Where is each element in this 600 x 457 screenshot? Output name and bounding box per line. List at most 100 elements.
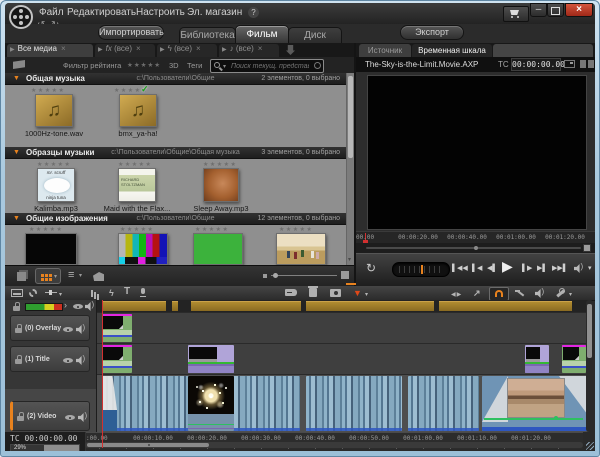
track-video-lane[interactable] bbox=[96, 375, 589, 432]
grid-view-button[interactable]: ▾ bbox=[35, 268, 61, 284]
title-tool-icon[interactable]: T bbox=[124, 287, 130, 297]
step-back-button[interactable]: ◀▌ bbox=[487, 264, 497, 272]
preview-scrubber[interactable] bbox=[356, 243, 595, 253]
minimize-button[interactable]: – bbox=[530, 3, 547, 17]
pin-icon[interactable] bbox=[286, 45, 295, 55]
timeline-h-scrollbar[interactable] bbox=[85, 442, 583, 448]
clip-title-purple[interactable] bbox=[188, 345, 234, 373]
video-preview-screen[interactable] bbox=[367, 75, 587, 230]
item-rating-stars[interactable]: ★★★★★ bbox=[120, 226, 154, 233]
resize-grip[interactable] bbox=[586, 442, 594, 450]
navigator-clip[interactable] bbox=[172, 301, 178, 311]
track-header-overlay[interactable]: (0) Overlay bbox=[10, 315, 90, 341]
loop-playback-icon[interactable]: ↻ bbox=[366, 261, 376, 275]
media-item-green-image[interactable] bbox=[193, 233, 243, 265]
cart-icon[interactable] bbox=[503, 6, 529, 22]
go-to-start-button[interactable]: ▌◀◀ bbox=[452, 264, 468, 272]
track-header-title[interactable]: (1) Title bbox=[10, 346, 90, 372]
scrubber-dot[interactable] bbox=[474, 246, 478, 250]
display-settings-icon[interactable] bbox=[11, 289, 23, 297]
collection-tab-fx[interactable]: ▶fx (все)× bbox=[95, 44, 155, 57]
volume-caret-icon[interactable]: ▾ bbox=[588, 264, 592, 272]
collection-tab-all-media[interactable]: ▶Все медиа× bbox=[7, 44, 93, 57]
timeline-navigator-strip[interactable] bbox=[96, 300, 589, 312]
expand-arrow-icon[interactable]: › bbox=[64, 300, 67, 310]
clip-video-blue[interactable] bbox=[306, 376, 402, 431]
close-button[interactable]: × bbox=[565, 3, 593, 17]
media-item-color-bars[interactable] bbox=[118, 233, 168, 265]
item-rating-stars[interactable]: ★★★★★ bbox=[31, 87, 65, 94]
filter-3d-label[interactable]: 3D bbox=[169, 61, 179, 70]
search-clear-icon[interactable] bbox=[314, 62, 321, 69]
tab-arrow-icon[interactable]: ▶ bbox=[10, 47, 15, 53]
import-button[interactable]: Импортировать bbox=[98, 25, 164, 40]
tab-close-icon[interactable]: × bbox=[136, 44, 141, 53]
clip-title-green[interactable] bbox=[562, 345, 586, 373]
timeline-timecode[interactable]: 00:00:00.00 bbox=[24, 434, 77, 443]
rating-filter-label[interactable]: Фильтр рейтинга bbox=[63, 61, 121, 70]
fade-curve-icon[interactable] bbox=[515, 290, 526, 298]
item-rating-stars[interactable]: ★★★★★ bbox=[37, 161, 71, 168]
tab-source[interactable]: Источник bbox=[359, 44, 411, 57]
tab-arrow-icon[interactable]: ▶ bbox=[222, 47, 227, 53]
visibility-eye-icon[interactable] bbox=[63, 325, 73, 333]
media-item-maid-with-flax[interactable]: RICHARD STOLTZMAN bbox=[118, 168, 156, 202]
menu-setup[interactable]: Настроить bbox=[136, 7, 185, 18]
clip-title-green[interactable] bbox=[102, 345, 132, 373]
previous-clip-button[interactable]: ▌◀ bbox=[472, 264, 482, 272]
lock-icon[interactable] bbox=[13, 302, 20, 311]
maximize-button[interactable] bbox=[547, 3, 564, 17]
tab-close-icon[interactable]: × bbox=[196, 44, 201, 53]
media-item-kalimba[interactable]: mr. scruff ninja tuna bbox=[37, 168, 75, 202]
track-header-video-selected[interactable]: (2) Video bbox=[10, 401, 90, 431]
keyframe-arrow-icon[interactable]: ↗ bbox=[473, 288, 481, 298]
navigator-clip[interactable] bbox=[306, 301, 434, 311]
menu-edit[interactable]: Редактировать bbox=[67, 7, 136, 18]
next-clip-button[interactable]: ▶▌ bbox=[537, 264, 547, 272]
collection-tab-transitions[interactable]: ▶ϟ (все)× bbox=[157, 44, 217, 57]
tab-arrow-icon[interactable]: ▶ bbox=[98, 47, 103, 53]
collection-tab-music[interactable]: ▶♪ (все)× bbox=[219, 44, 279, 57]
media-type-filter-icon[interactable] bbox=[13, 60, 25, 69]
marker-flag-icon[interactable]: ▼ bbox=[353, 288, 362, 298]
section-header-common-images[interactable]: ▼ Общие изображения c:\Пользователи\Общи… bbox=[5, 213, 346, 225]
section-header-common-music[interactable]: ▼ Общая музыка c:\Пользователи\Общие 2 э… bbox=[5, 73, 346, 85]
navigator-clip[interactable] bbox=[191, 301, 301, 311]
timeline-v-scrollbar[interactable] bbox=[586, 300, 593, 432]
tab-close-icon[interactable]: × bbox=[258, 44, 263, 53]
scroll-down-icon[interactable]: ▾ bbox=[348, 256, 351, 263]
volume-speaker-icon[interactable] bbox=[574, 264, 583, 273]
tab-movie[interactable]: Фильм bbox=[235, 25, 289, 44]
media-item-photo[interactable] bbox=[276, 233, 326, 265]
tab-disc[interactable]: Диск bbox=[288, 27, 342, 44]
wrench-tools-icon[interactable] bbox=[555, 288, 565, 298]
step-forward-button[interactable]: ▌▶ bbox=[522, 264, 532, 272]
clip-overlay-title[interactable] bbox=[102, 314, 132, 342]
scrollbar-thumb[interactable] bbox=[587, 304, 592, 358]
track-title-lane[interactable] bbox=[96, 344, 589, 374]
trash-delete-icon[interactable] bbox=[309, 288, 317, 297]
navigator-clip[interactable] bbox=[103, 301, 166, 311]
play-button[interactable]: ▶ bbox=[502, 258, 513, 275]
clip-desert-video[interactable] bbox=[482, 376, 589, 431]
timeline-playhead[interactable] bbox=[102, 300, 103, 448]
mute-speaker-icon[interactable] bbox=[76, 325, 85, 334]
scrubber-handle[interactable] bbox=[583, 244, 591, 252]
transition-lightning-icon[interactable]: ϟ bbox=[109, 288, 114, 298]
item-rating-stars[interactable]: ★★★★★ bbox=[118, 161, 152, 168]
preview-timecode[interactable]: 00:00:00.00 bbox=[511, 58, 561, 71]
shuttle-jog-control[interactable] bbox=[392, 262, 450, 277]
thumbnail-zoom-slider[interactable] bbox=[271, 275, 337, 276]
master-level-meter[interactable] bbox=[25, 303, 63, 311]
visibility-eye-icon[interactable] bbox=[65, 413, 75, 421]
audio-monitor-speaker-icon[interactable] bbox=[535, 289, 544, 298]
lock-icon[interactable] bbox=[15, 355, 22, 364]
lock-icon[interactable] bbox=[15, 324, 22, 333]
dual-preview-icon[interactable] bbox=[580, 60, 586, 68]
tab-timeline[interactable]: Временная шкала bbox=[412, 44, 492, 57]
chevron-down-icon[interactable]: ▾ bbox=[79, 272, 82, 279]
clip-audio-block[interactable] bbox=[102, 410, 117, 431]
media-item-bmx-ya-ha[interactable]: ♫ bbox=[119, 94, 157, 127]
settings-gear-icon[interactable] bbox=[29, 289, 37, 297]
tab-arrow-icon[interactable]: ▶ bbox=[160, 47, 165, 53]
